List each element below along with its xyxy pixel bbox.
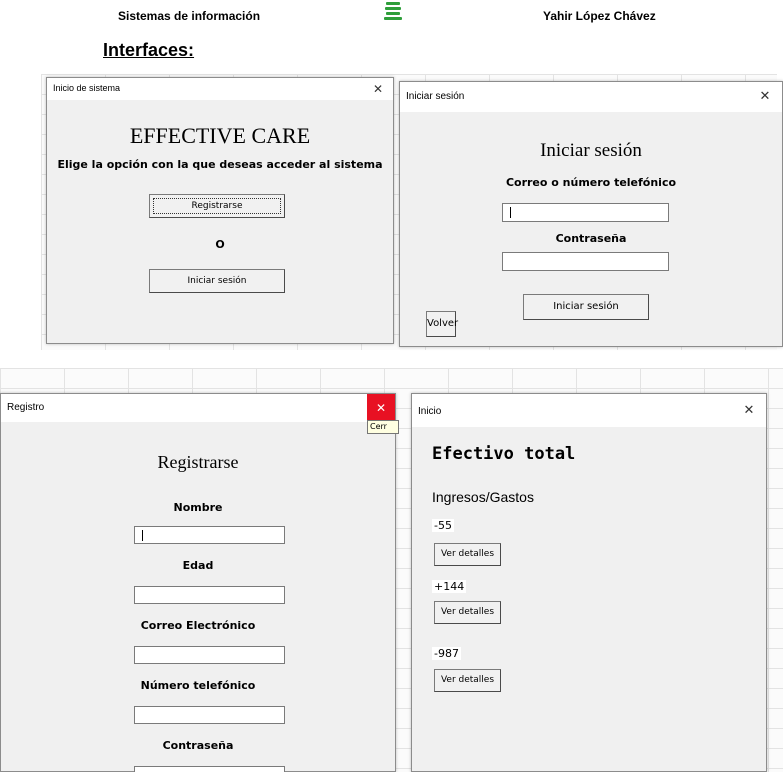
total-cash-heading: Efectivo total (432, 444, 576, 464)
titlebar: Inicio de sistema ✕ (47, 78, 393, 100)
close-icon[interactable]: ✕ (367, 394, 395, 422)
email-input[interactable] (502, 203, 669, 222)
login-choice-window: Inicio de sistema ✕ EFFECTIVE CARE Elige… (46, 77, 394, 344)
app-heading: EFFECTIVE CARE (129, 123, 311, 148)
password-label: Contraseña (162, 739, 234, 752)
password-input[interactable] (502, 252, 669, 271)
titlebar: Registro ✕ (1, 394, 395, 422)
or-label: O (215, 238, 225, 251)
titlebar: Inicio ✕ (412, 394, 766, 427)
register-heading: Registrarse (157, 452, 239, 472)
password-input[interactable] (134, 766, 285, 772)
view-details-button[interactable]: Ver detalles (434, 601, 501, 624)
password-label: Contraseña (555, 232, 627, 245)
window-title: Registro (7, 402, 45, 413)
logo-icon (384, 2, 402, 20)
email-label: Correo o número telefónico (505, 176, 677, 189)
signin-submit-button[interactable]: Iniciar sesión (523, 294, 649, 320)
email-label: Correo Electrónico (140, 619, 256, 632)
phone-input[interactable] (134, 706, 285, 724)
document-right-header: Yahir López Chávez (543, 9, 656, 23)
income-expense-label: Ingresos/Gastos (432, 489, 534, 505)
signin-heading: Iniciar sesión (540, 140, 642, 161)
close-icon[interactable]: ✕ (732, 394, 766, 427)
entry-value: -987 (432, 647, 461, 660)
window-title: Inicio de sistema (53, 83, 121, 93)
register-window: Registro ✕ Registrarse Nombre Edad Corre… (0, 393, 396, 772)
login-button[interactable]: Iniciar sesión (149, 269, 285, 293)
close-tooltip: Cerr (367, 420, 399, 434)
name-label: Nombre (173, 501, 223, 514)
back-button[interactable]: Volver (426, 311, 458, 337)
entry-value: -55 (432, 519, 454, 532)
document-left-header: Sistemas de información (118, 9, 261, 23)
text-caret (142, 530, 143, 541)
signin-window: Iniciar sesión ✕ Iniciar sesión Correo o… (399, 81, 783, 347)
window-title: Iniciar sesión (406, 91, 465, 102)
age-input[interactable] (134, 586, 285, 604)
text-caret (510, 207, 511, 218)
name-input[interactable] (134, 526, 285, 544)
window-title: Inicio (418, 406, 442, 417)
home-window: Inicio ✕ Efectivo total Ingresos/Gastos … (411, 393, 767, 772)
view-details-button[interactable]: Ver detalles (434, 543, 501, 566)
register-button[interactable]: Registrarse (149, 194, 285, 218)
phone-label: Número telefónico (140, 679, 256, 692)
entry-value: +144 (432, 580, 467, 593)
section-title: Interfaces: (103, 40, 195, 60)
choice-subtitle: Elige la opción con la que deseas accede… (57, 158, 383, 171)
age-label: Edad (182, 559, 214, 572)
titlebar: Iniciar sesión ✕ (400, 82, 782, 112)
close-icon[interactable]: ✕ (363, 78, 393, 100)
close-icon[interactable]: ✕ (748, 82, 782, 112)
email-input[interactable] (134, 646, 285, 664)
view-details-button[interactable]: Ver detalles (434, 669, 501, 692)
